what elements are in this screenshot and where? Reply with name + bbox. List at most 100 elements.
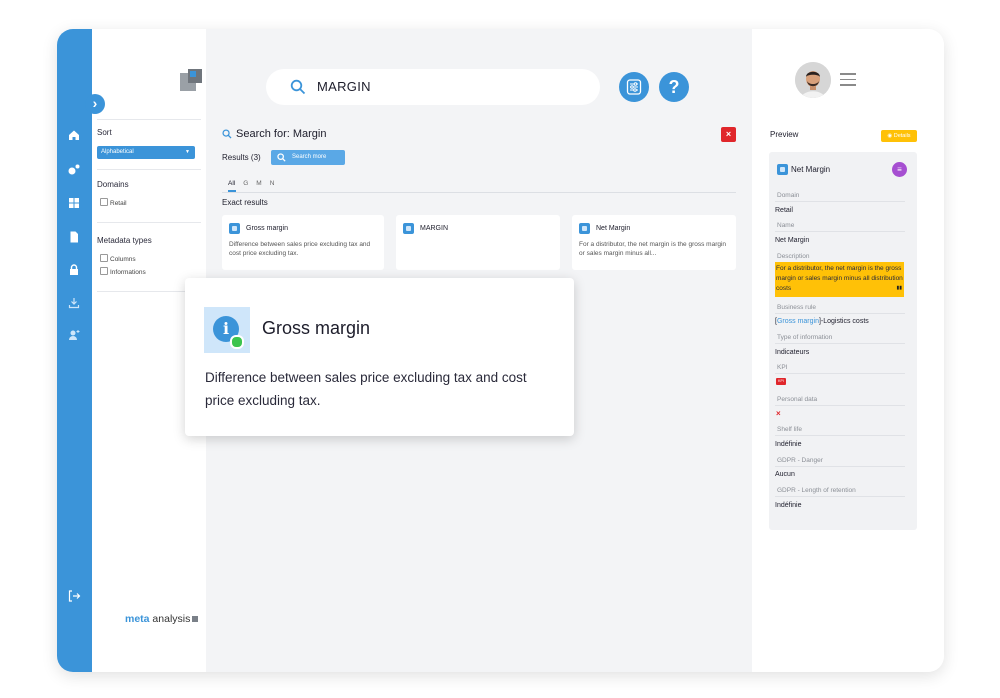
details-label: Details: [893, 133, 911, 139]
domain-checkbox-retail[interactable]: Retail: [100, 198, 127, 207]
brand-analysis: analysis: [149, 613, 191, 625]
field-value: Aucun: [775, 471, 795, 478]
result-detail-popup: i Gross margin Difference between sales …: [185, 278, 574, 436]
domains-label: Domains: [97, 180, 129, 189]
result-card-title: Net Margin: [596, 225, 631, 232]
brand-mark-icon: [192, 616, 199, 622]
search-more-label: Search more: [292, 154, 327, 160]
search-more-button[interactable]: Search more: [271, 150, 345, 165]
brand-logo: meta analysis: [125, 613, 199, 625]
lock-icon[interactable]: [67, 263, 81, 277]
checkbox-box[interactable]: [100, 254, 108, 262]
field-value: ]-Logistics costs: [818, 318, 869, 325]
sort-select[interactable]: Alphabetical ▼: [97, 146, 195, 159]
tab-n[interactable]: N: [270, 180, 275, 187]
expand-sidebar-button[interactable]: ›: [85, 94, 105, 114]
tab-m[interactable]: M: [256, 180, 261, 187]
grid-icon[interactable]: [67, 196, 81, 210]
divider: [775, 405, 905, 406]
download-icon[interactable]: [67, 296, 81, 310]
results-title-text: Search for: Margin: [236, 128, 327, 140]
field-label: Description: [777, 253, 810, 260]
add-user-icon[interactable]: [67, 328, 81, 342]
results-count: Results (3): [222, 153, 261, 162]
divider: [97, 169, 201, 170]
divider: [775, 201, 905, 202]
preview-label: Preview: [770, 130, 799, 139]
info-icon: [777, 164, 788, 175]
divider: [775, 231, 905, 232]
search-icon: [290, 79, 306, 100]
checkbox-label: Retail: [110, 200, 127, 207]
table-icon: [403, 223, 414, 234]
home-icon[interactable]: [67, 128, 81, 142]
search-icon: [222, 129, 232, 139]
nodes-icon[interactable]: [67, 163, 81, 177]
close-results-button[interactable]: ×: [721, 127, 736, 142]
result-card-description: For a distributor, the net margin is the…: [579, 241, 727, 257]
result-card-net-margin[interactable]: Net Margin For a distributor, the net ma…: [572, 215, 736, 270]
logout-icon[interactable]: [67, 589, 81, 603]
info-icon: i: [204, 307, 250, 353]
divider: [775, 313, 905, 314]
divider: [222, 192, 736, 193]
metadata-checkbox-columns[interactable]: Columns: [100, 254, 136, 263]
checkbox-label: Informations: [110, 269, 146, 276]
search-input[interactable]: MARGIN: [266, 69, 600, 105]
business-rule: [Gross margin]-Logistics costs: [775, 318, 869, 325]
field-label: Name: [777, 222, 795, 229]
document-icon[interactable]: [67, 230, 81, 244]
close-icon: ×: [725, 129, 732, 139]
checkbox-box[interactable]: [100, 267, 108, 275]
gross-margin-link[interactable]: Gross margin: [777, 318, 819, 325]
tab-g[interactable]: G: [243, 180, 248, 187]
menu-icon[interactable]: [840, 73, 856, 90]
kpi-badge: KPI: [776, 378, 786, 385]
tab-all[interactable]: All: [228, 180, 235, 187]
search-input-value: MARGIN: [317, 79, 371, 94]
preview-panel: Preview ◉ Details Net Margin ≡ Domain Re…: [752, 29, 944, 672]
exact-results-label: Exact results: [222, 198, 268, 207]
field-value: Retail: [775, 207, 793, 214]
icon-rail: [57, 29, 92, 672]
sort-label: Sort: [97, 128, 112, 137]
field-label: Personal data: [777, 396, 818, 403]
metadata-checkbox-informations[interactable]: Informations: [100, 267, 146, 276]
letter-tabs: All G M N: [228, 180, 282, 187]
divider: [775, 466, 905, 467]
details-button[interactable]: ◉ Details: [881, 130, 917, 142]
checkbox-box[interactable]: [100, 198, 108, 206]
status-dot: [230, 335, 244, 349]
result-card-gross-margin[interactable]: Gross margin Difference between sales pr…: [222, 215, 384, 270]
sliders-icon: [626, 79, 642, 95]
field-value: Indicateurs: [775, 349, 810, 356]
book-icon[interactable]: ▮▮: [896, 283, 902, 293]
brand-meta: meta: [125, 613, 150, 625]
app-logo: [180, 69, 204, 93]
result-card-title: Gross margin: [246, 225, 289, 232]
divider: [775, 435, 905, 436]
popup-description: Difference between sales price excluding…: [205, 370, 527, 408]
field-label: GDPR - Danger: [777, 457, 823, 464]
preview-card: Net Margin ≡ Domain Retail Name Net Marg…: [769, 152, 917, 530]
field-value: Net Margin: [775, 237, 810, 244]
avatar[interactable]: [795, 62, 831, 98]
preview-title: Net Margin: [791, 165, 831, 174]
results-title: Search for: Margin: [222, 128, 326, 140]
divider: [97, 222, 201, 223]
help-button[interactable]: ?: [659, 72, 689, 102]
metadata-types-label: Metadata types: [97, 236, 152, 245]
result-card-margin[interactable]: MARGIN: [396, 215, 560, 270]
description-highlight: For a distributor, the net margin is the…: [775, 262, 904, 297]
search-icon: [277, 153, 286, 162]
filter-badge-icon[interactable]: ≡: [892, 162, 907, 177]
field-label: Domain: [777, 192, 800, 199]
info-icon: [229, 223, 240, 234]
divider: [775, 343, 905, 344]
checkbox-label: Columns: [110, 256, 136, 263]
filters-button[interactable]: [619, 72, 649, 102]
divider: [97, 119, 201, 120]
field-label: Shelf life: [777, 426, 802, 433]
field-label: Business rule: [777, 304, 817, 311]
field-value: For a distributor, the net margin is the…: [776, 265, 903, 292]
